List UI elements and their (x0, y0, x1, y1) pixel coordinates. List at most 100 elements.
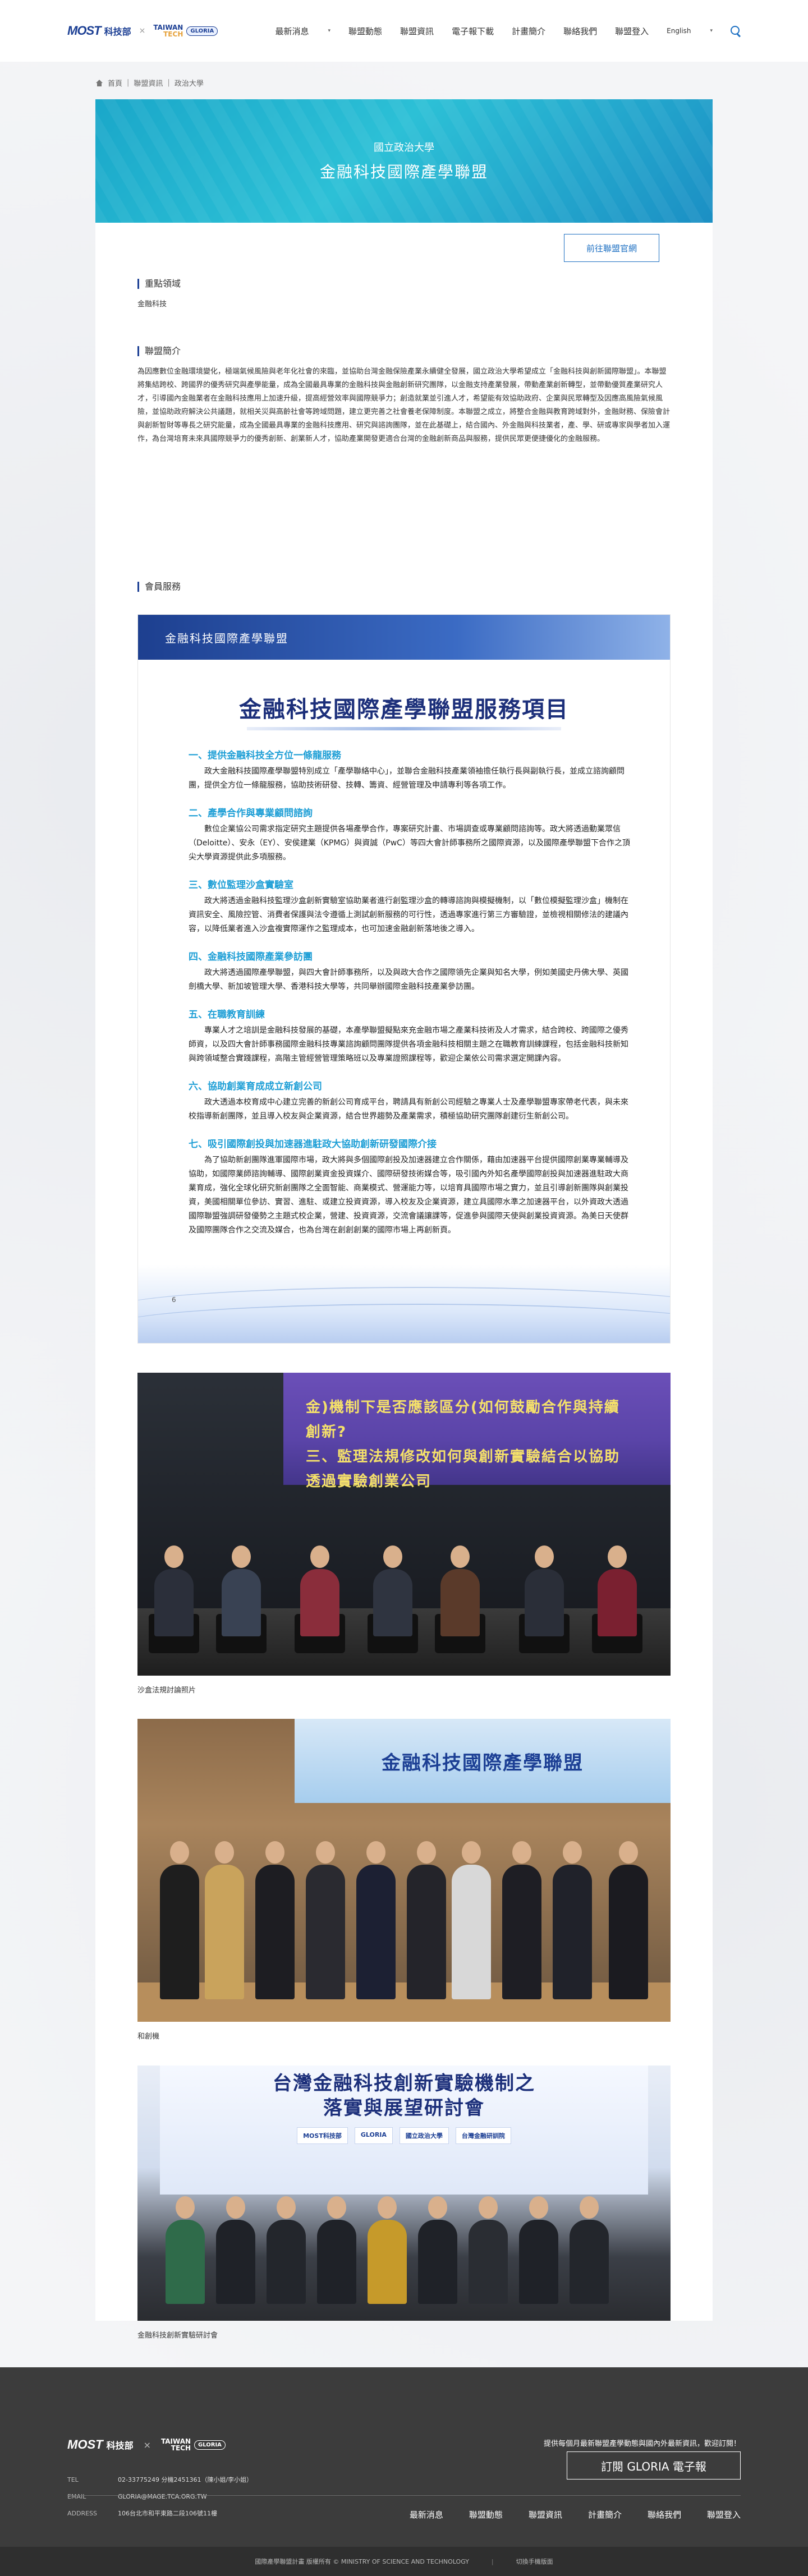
footer-tt-line2: TECH (171, 2444, 191, 2452)
footer-nav-item[interactable]: 聯絡我們 (648, 2509, 681, 2520)
panelist-head (383, 1545, 402, 1568)
group-member-head (417, 1841, 436, 1864)
home-icon[interactable] (95, 79, 103, 86)
seminar-title-line: 落實與展望研討會 (323, 2097, 485, 2119)
seminar-photo: 台灣金融科技創新實驗機制之 落實與展望研討會 MOST科技部 GLORIA 國立政治… (137, 2066, 671, 2321)
contact-value: 02-33775249 分機2451361（陳小姐/李小姐） (118, 2476, 253, 2483)
projection-screen: 金)機制下是否應該區分(如何鼓勵合作與持續 創新? 三、監理法規修改如何與創新實… (283, 1373, 671, 1490)
screen-line: 金)機制下是否應該區分(如何鼓勵合作與持續 (306, 1399, 620, 1416)
group-member (502, 1865, 541, 1999)
focus-heading: 重點領域 (137, 279, 671, 289)
footer-nav-item[interactable]: 計畫簡介 (588, 2509, 622, 2520)
screen-text: 金)機制下是否應該區分(如何鼓勵合作與持續 創新? 三、監理法規修改如何與創新實… (306, 1395, 620, 1494)
service-item: 一、提供金融科技全方位一條龍服務 政大金融科技國際產學聯盟特別成立「產學聯絡中心」… (189, 747, 631, 793)
banner-text: 金融科技國際產學聯盟 (382, 1751, 584, 1774)
nav-item[interactable]: 聯絡我們 (563, 25, 597, 37)
nav-item[interactable]: 聯盟登入 (615, 25, 649, 37)
footer-nav-item[interactable]: 聯盟資訊 (529, 2509, 562, 2520)
breadcrumb-separator: | (167, 79, 170, 87)
hero-subtitle: 國立政治大學 (374, 142, 434, 154)
seminar-title: 台灣金融科技創新實驗機制之 落實與展望研討會 (160, 2071, 648, 2120)
most-logo[interactable]: MOST 科技部 (67, 24, 131, 38)
seminar-attendee (216, 2220, 255, 2304)
nav-item[interactable]: 計畫簡介 (512, 25, 545, 37)
group-member (255, 1865, 295, 1999)
mobile-version-link[interactable]: 切換手機版面 (516, 2557, 553, 2566)
poster-band: 金融科技國際產學聯盟 (138, 615, 670, 660)
screen-line: 透過實驗創業公司 (306, 1473, 432, 1490)
footer-logo[interactable]: MOST 科技部 × TAIWAN TECH GLORIA (67, 2437, 226, 2452)
nav-item[interactable]: 最新消息 (275, 25, 309, 37)
screen-line: 創新? (306, 1424, 347, 1441)
seminar-attendee-head (277, 2196, 296, 2219)
service-item: 三、數位監理沙盒實驗室 政大將透過金融科技監理沙盒創新實驗室協助業者進行創監理沙盒… (189, 877, 631, 936)
service-item: 五、在職教育訓練專業人才之培訓是金融科技發展的基礎，本產學聯盟擬點來充金融市場之… (189, 1006, 631, 1066)
footer-nav-item[interactable]: 聯盟動態 (469, 2509, 503, 2520)
service-item-body: 數位企業協公司需求指定研究主題提供各場產學合作，專案研究計畫、市場調查或專業顧問… (189, 825, 630, 862)
seminar-attendee-head (327, 2196, 346, 2219)
services-poster: 金融科技國際產學聯盟 金融科技國際產學聯盟服務項目 一、提供金融科技全方位一條龍… (137, 614, 671, 1344)
forum-photo: 金)機制下是否應該區分(如何鼓勵合作與持續 創新? 三、監理法規修改如何與創新實… (137, 1373, 671, 1676)
footer-most-mark: MOST (67, 2437, 103, 2451)
language-switch[interactable]: English (667, 27, 691, 35)
footer-nav: 最新消息 聯盟動態 聯盟資訊 計畫簡介 聯絡我們 聯盟登入 (410, 2509, 741, 2520)
group-member-head (265, 1841, 284, 1864)
panelist-head (310, 1545, 329, 1568)
service-item-heading: 七、吸引國際創投與加速器進駐政大協助創新研發國際介接 (189, 1139, 437, 1150)
gloria-badge: GLORIA (186, 26, 218, 36)
seminar-attendee-head (226, 2196, 245, 2219)
group-member (356, 1865, 396, 1999)
copyright-text: 國際產學聯盟計畫 版權所有 © MINISTRY OF SCIENCE AND … (255, 2558, 469, 2565)
footer-nav-item[interactable]: 聯盟登入 (707, 2509, 741, 2520)
sponsor-logo: 國立政治大學 (399, 2127, 449, 2144)
group-member-head (462, 1841, 481, 1864)
seminar-attendee (469, 2220, 508, 2304)
logo-separator-icon: × (143, 2439, 151, 2450)
service-items: 一、提供金融科技全方位一條龍服務 政大金融科技國際產學聯盟特別成立「產學聯絡中心」… (138, 730, 670, 1238)
seminar-attendee-head (580, 2196, 599, 2219)
visit-alliance-site-button[interactable]: 前往聯盟官網 (564, 234, 659, 262)
footer-nav-item[interactable]: 最新消息 (410, 2509, 443, 2520)
seminar-attendee (267, 2220, 306, 2304)
subscribe-newsletter-button[interactable]: 訂閱 GLORIA 電子報 (567, 2451, 741, 2480)
service-item-heading: 五、在職教育訓練 (189, 1009, 265, 1020)
contact-value[interactable]: GLORIA@MAGE.TCA.ORG.TW (118, 2493, 207, 2500)
seminar-attendee-head (176, 2196, 195, 2219)
nav-item[interactable]: 電子報下載 (452, 25, 494, 37)
seminar-attendee (519, 2220, 558, 2304)
chevron-down-icon[interactable]: ▾ (710, 28, 713, 34)
service-item-body: 政大金融科技國際產學聯盟特別成立「產學聯絡中心」，並聯合金融科技產業領袖擔任執行… (189, 767, 625, 790)
chevron-down-icon[interactable]: ▾ (328, 28, 331, 34)
seminar-attendee (418, 2220, 457, 2304)
search-icon[interactable] (731, 26, 741, 36)
seminar-attendee-head (378, 2196, 397, 2219)
seminar-attendee (368, 2220, 407, 2304)
site-header: MOST 科技部 × TAIWAN TECH GLORIA 最新消息 ▾ 聯盟動態 聯… (0, 0, 808, 62)
taiwan-tech-logo[interactable]: TAIWAN TECH GLORIA (153, 24, 218, 38)
nav-item[interactable]: 聯盟動態 (348, 25, 382, 37)
panelist (440, 1569, 480, 1636)
nav-item[interactable]: 聯盟資訊 (400, 25, 434, 37)
sponsor-logos: MOST科技部 GLORIA 國立政治大學 台灣金融研訓院 (160, 2127, 648, 2144)
seminar-attendee-head (428, 2196, 447, 2219)
group-member (160, 1865, 199, 1999)
breadcrumb-home[interactable]: 首頁 (108, 77, 122, 88)
contact-label: ADDRESS (67, 2510, 98, 2517)
group-member-head (563, 1841, 582, 1864)
service-item-body: 專業人才之培訓是金融科技發展的基礎，本產學聯盟擬點來充金融市場之產業科技術及人才… (189, 1026, 628, 1063)
group-member (306, 1865, 345, 1999)
seminar-attendee-head (529, 2196, 548, 2219)
panelist-head (535, 1545, 554, 1568)
panelist (222, 1569, 261, 1636)
page-title: 金融科技國際產學聯盟 (319, 163, 488, 181)
contact-row: EMAIL GLORIA@MAGE.TCA.ORG.TW (67, 2488, 252, 2505)
group-member-head (512, 1841, 531, 1864)
backdrop-banner: 金融科技國際產學聯盟 (295, 1719, 671, 1803)
content-panel: 國立政治大學 金融科技國際產學聯盟 前往聯盟官網 重點領域 金融科技 聯盟簡介 … (95, 99, 713, 2340)
group-photo: 金融科技國際產學聯盟 (137, 1719, 671, 2022)
breadcrumb-alliance-info[interactable]: 聯盟資訊 (134, 77, 163, 88)
contact-label: EMAIL (67, 2493, 86, 2500)
service-item-body: 政大將透過金融科技監理沙盒創新實驗室協助業者進行創監理沙盒的轉導諮詢與模擬機制，… (189, 896, 628, 933)
seminar-attendee (570, 2220, 609, 2304)
service-item: 六、協助創業育成成立新創公司 政大透過本校育成中心建立完善的新創公司育成平台，聘請… (189, 1078, 631, 1124)
